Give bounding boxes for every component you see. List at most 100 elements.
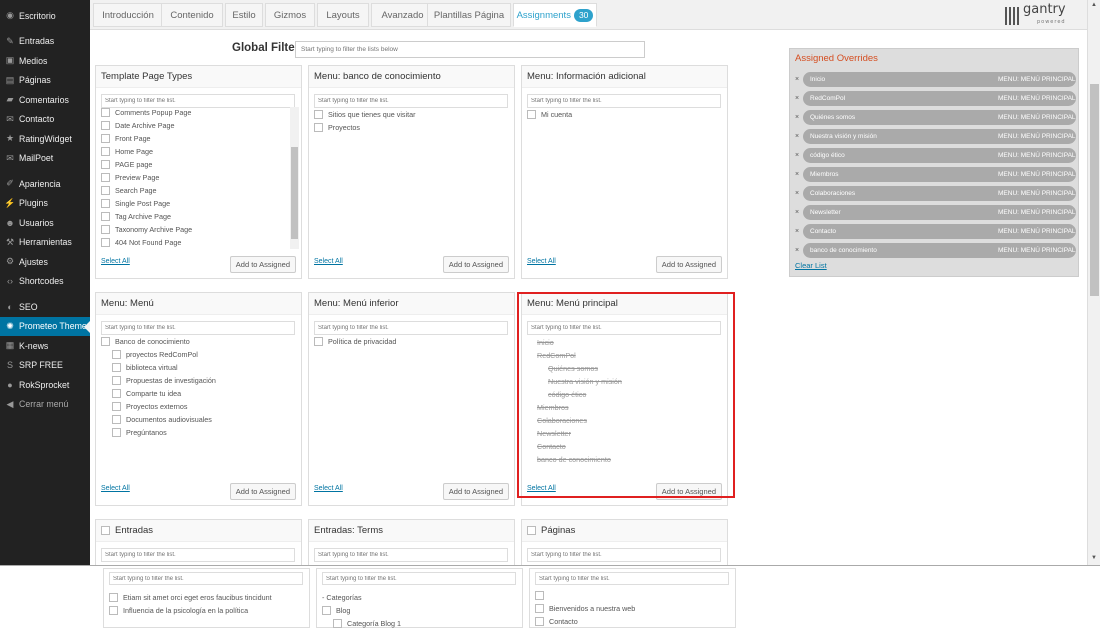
list-item[interactable]	[535, 589, 635, 602]
override-pill[interactable]: Inicio MENU: MENÚ PRINCIPAL	[803, 71, 1076, 87]
page-scrollbar-thumb[interactable]	[1090, 84, 1099, 296]
add-to-assigned-button[interactable]: Add to Assigned	[229, 483, 296, 500]
override-pill[interactable]: Miembros MENU: MENÚ PRINCIPAL	[803, 166, 1076, 182]
panel-scrollbar[interactable]	[290, 107, 299, 249]
list-item[interactable]: proyectos RedComPol	[101, 348, 291, 361]
scroll-up-icon[interactable]: ▲	[1091, 2, 1097, 8]
item-checkbox[interactable]	[101, 199, 110, 208]
item-checkbox[interactable]	[112, 415, 121, 424]
list-item[interactable]: Bienvenidos a nuestra web	[535, 602, 635, 615]
sidebar-item-seo[interactable]: ◐ SEO	[0, 297, 90, 317]
list-item[interactable]: Date Archive Page	[101, 119, 291, 132]
panel-scrollbar-thumb[interactable]	[291, 147, 298, 239]
item-checkbox[interactable]	[527, 110, 536, 119]
list-item[interactable]: Proyectos	[314, 121, 504, 134]
item-checkbox[interactable]	[109, 593, 118, 602]
item-checkbox[interactable]	[112, 428, 121, 437]
add-to-assigned-button[interactable]: Add to Assigned	[655, 256, 722, 273]
list-item[interactable]: Tag Archive Page	[101, 210, 291, 223]
sidebar-item-usuarios[interactable]: ☻ Usuarios	[0, 213, 90, 233]
sidebar-item-roksprocket[interactable]: ● RokSprocket	[0, 375, 90, 395]
panel-filter-input[interactable]	[322, 572, 516, 585]
sidebar-item-entradas[interactable]: ✎ Entradas	[0, 32, 90, 52]
list-item[interactable]: Search Page	[101, 184, 291, 197]
item-checkbox[interactable]	[101, 121, 110, 130]
list-item[interactable]: Mi cuenta	[527, 108, 717, 121]
remove-icon[interactable]: ×	[795, 152, 803, 159]
override-pill[interactable]: Colaboraciones MENU: MENÚ PRINCIPAL	[803, 185, 1076, 201]
list-item[interactable]: Proyectos externos	[101, 400, 291, 413]
list-item[interactable]: Sitios que tienes que visitar	[314, 108, 504, 121]
item-checkbox[interactable]	[101, 212, 110, 221]
item-checkbox[interactable]	[101, 238, 110, 247]
sidebar-item-ratingwidget[interactable]: ★ RatingWidget	[0, 129, 90, 149]
item-checkbox[interactable]	[322, 606, 331, 615]
list-item[interactable]: Taxonomy Archive Page	[101, 223, 291, 236]
scroll-down-icon[interactable]: ▼	[1091, 555, 1097, 561]
panel-filter-input[interactable]	[101, 321, 295, 335]
panel-filter-input[interactable]	[527, 548, 721, 562]
item-checkbox[interactable]	[535, 604, 544, 613]
remove-icon[interactable]: ×	[795, 171, 803, 178]
tab-contenido[interactable]: Contenido	[161, 3, 223, 27]
override-pill[interactable]: banco de conocimiento MENU: MENÚ PRINCIPA…	[803, 242, 1076, 258]
tab-gizmos[interactable]: Gizmos	[265, 3, 315, 27]
select-all-link[interactable]: Select All	[527, 258, 556, 265]
override-pill[interactable]: Quiénes somos MENU: MENÚ PRINCIPAL	[803, 109, 1076, 125]
list-item[interactable]: Single Post Page	[101, 197, 291, 210]
sidebar-item-medios[interactable]: ▣ Medios	[0, 51, 90, 71]
item-checkbox[interactable]	[101, 134, 110, 143]
override-pill[interactable]: código ético MENU: MENÚ PRINCIPAL	[803, 147, 1076, 163]
item-checkbox[interactable]	[101, 147, 110, 156]
add-to-assigned-button[interactable]: Add to Assigned	[442, 483, 509, 500]
list-item[interactable]: Propuestas de investigación	[101, 374, 291, 387]
item-checkbox[interactable]	[112, 350, 121, 359]
sidebar-item-k-news[interactable]: ▦ K-news	[0, 336, 90, 356]
panel-filter-input[interactable]	[314, 94, 508, 108]
list-item[interactable]: Blog	[322, 604, 401, 617]
item-checkbox[interactable]	[101, 160, 110, 169]
item-checkbox[interactable]	[101, 225, 110, 234]
list-item[interactable]: Comments Popup Page	[101, 106, 291, 119]
item-checkbox[interactable]	[101, 108, 110, 117]
panel-filter-input[interactable]	[314, 548, 508, 562]
panel-filter-input[interactable]	[101, 548, 295, 562]
item-checkbox[interactable]	[109, 606, 118, 615]
item-checkbox[interactable]	[314, 123, 323, 132]
sidebar-item-cerrar-menú[interactable]: ◀ Cerrar menú	[0, 395, 90, 415]
add-to-assigned-button[interactable]: Add to Assigned	[442, 256, 509, 273]
remove-icon[interactable]: ×	[795, 228, 803, 235]
list-item[interactable]: Banco de conocimiento	[101, 335, 291, 348]
remove-icon[interactable]: ×	[795, 95, 803, 102]
list-item[interactable]: Preview Page	[101, 171, 291, 184]
item-checkbox[interactable]	[112, 363, 121, 372]
sidebar-item-comentarios[interactable]: ▰ Comentarios	[0, 90, 90, 110]
tab-layouts[interactable]: Layouts	[317, 3, 369, 27]
item-checkbox[interactable]	[101, 186, 110, 195]
page-scrollbar[interactable]: ▲ ▼	[1087, 0, 1100, 565]
list-item[interactable]: Influencia de la psicología en la políti…	[109, 604, 272, 617]
select-all-link[interactable]: Select All	[314, 258, 343, 265]
item-checkbox[interactable]	[112, 389, 121, 398]
sidebar-item-páginas[interactable]: ▤ Páginas	[0, 71, 90, 91]
override-pill[interactable]: RedComPol MENU: MENÚ PRINCIPAL	[803, 90, 1076, 106]
remove-icon[interactable]: ×	[795, 133, 803, 140]
add-to-assigned-button[interactable]: Add to Assigned	[229, 256, 296, 273]
item-checkbox[interactable]	[333, 619, 342, 628]
override-pill[interactable]: Contacto MENU: MENÚ PRINCIPAL	[803, 223, 1076, 239]
sidebar-item-prometeo-theme[interactable]: ✺ Prometeo Theme	[0, 316, 90, 336]
list-item[interactable]: 404 Not Found Page	[101, 236, 291, 249]
panel-checkbox[interactable]	[527, 526, 536, 535]
remove-icon[interactable]: ×	[795, 247, 803, 254]
tab-avanzado[interactable]: Avanzado	[371, 3, 434, 27]
sidebar-item-ajustes[interactable]: ⚙ Ajustes	[0, 252, 90, 272]
override-pill[interactable]: Newsletter MENU: MENÚ PRINCIPAL	[803, 204, 1076, 220]
sidebar-item-herramientas[interactable]: ⚒ Herramientas	[0, 233, 90, 253]
sidebar-item-plugins[interactable]: ⚡ Plugins	[0, 194, 90, 214]
list-item[interactable]: Documentos audiovisuales	[101, 413, 291, 426]
sidebar-item-shortcodes[interactable]: ‹› Shortcodes	[0, 272, 90, 292]
item-checkbox[interactable]	[535, 617, 544, 626]
list-item[interactable]: biblioteca virtual	[101, 361, 291, 374]
select-all-link[interactable]: Select All	[101, 258, 130, 265]
sidebar-item-srp-free[interactable]: S SRP FREE	[0, 356, 90, 376]
